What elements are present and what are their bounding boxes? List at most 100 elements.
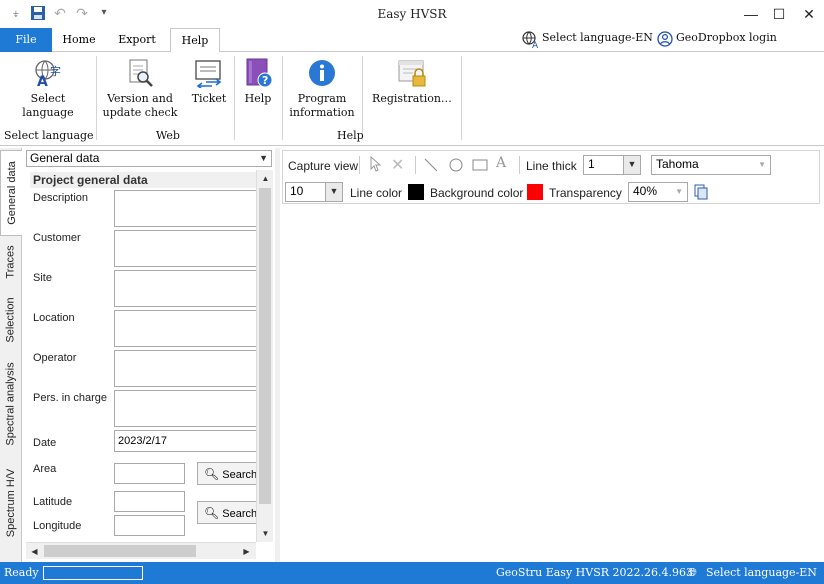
longitude-field[interactable] (114, 515, 185, 536)
vertical-tabs: General data Traces Selection Spectral a… (0, 148, 22, 562)
info-icon (307, 58, 337, 88)
latitude-field[interactable] (114, 491, 185, 512)
line-color-swatch[interactable] (408, 184, 424, 200)
vtab-label: Selection (5, 297, 18, 343)
delete-icon[interactable]: ✕ (391, 155, 404, 175)
close-button[interactable]: ✕ (786, 0, 824, 28)
rectangle-icon[interactable] (472, 157, 488, 176)
area-label: Area (33, 463, 57, 475)
user-icon[interactable] (657, 31, 673, 47)
background-color-label: Background color (430, 186, 524, 200)
vtab-label: Spectral analysis (5, 362, 17, 446)
scroll-left-icon[interactable]: ◀ (26, 543, 43, 560)
pointer-icon[interactable] (369, 155, 383, 175)
search-icon: 🔍︎ (204, 506, 220, 520)
search-icon: 🔍︎ (204, 467, 220, 481)
vtab-label: Traces (5, 245, 17, 279)
location-label: Location (33, 312, 75, 324)
vtab-general-data[interactable]: General data (0, 150, 22, 236)
svg-text:?: ? (262, 74, 268, 87)
scroll-right-icon[interactable]: ▶ (238, 543, 255, 560)
program-info-label-1: Program (297, 92, 347, 105)
select-language-button[interactable]: A字 Select language (14, 58, 82, 120)
area-field[interactable] (114, 463, 185, 484)
tab-help[interactable]: Help (170, 28, 220, 53)
status-language[interactable]: Select language-EN (706, 566, 817, 579)
help-button[interactable]: ? Help (240, 58, 276, 106)
vtab-spectrum-hv[interactable]: Spectrum H/V (0, 460, 22, 546)
area-search-button[interactable]: 🔍︎ Search (197, 462, 256, 485)
chevron-down-icon: ▼ (259, 153, 268, 163)
chevron-down-icon: ▼ (675, 187, 683, 196)
group-label-web: Web (156, 129, 180, 142)
tab-file[interactable]: File (0, 28, 52, 52)
transparency-select[interactable]: 40% ▼ (628, 182, 688, 202)
select-language-label-1: Select (30, 92, 66, 105)
window-title: Easy HVSR (377, 7, 447, 21)
coordinates-search-button[interactable]: 🔍︎ Search (197, 501, 256, 524)
tab-home[interactable]: Home (56, 28, 102, 52)
status-bar: Ready GeoStru Easy HVSR 2022.26.4.963 🌐︎… (0, 562, 824, 584)
help-book-icon: ? (243, 58, 273, 88)
geodropbox-login-link[interactable]: GeoDropbox login (676, 31, 777, 44)
select-language-link[interactable]: Select language-EN (542, 31, 653, 44)
line-icon[interactable] (423, 157, 439, 176)
background-color-swatch[interactable] (527, 184, 543, 200)
capture-view-area: Capture view ✕ A Line thick 1 ▼ Tahoma ▼… (280, 148, 824, 562)
select-language-label-2: language (22, 106, 74, 119)
date-field[interactable]: 2023/2/17 (114, 430, 256, 452)
scroll-thumb[interactable] (44, 545, 196, 557)
version-check-label-2: update check (102, 106, 178, 119)
search-label: Search (222, 508, 256, 520)
ribbon-separator (362, 56, 363, 140)
registration-button[interactable]: Registration… (366, 58, 458, 106)
copy-icon[interactable] (693, 184, 709, 203)
ellipse-icon[interactable] (448, 157, 464, 176)
vtab-spectral-analysis[interactable]: Spectral analysis (0, 352, 22, 456)
tab-export[interactable]: Export (108, 28, 166, 52)
customer-label: Customer (33, 232, 81, 244)
operator-field[interactable] (114, 350, 256, 387)
capture-view-button[interactable]: Capture view (288, 159, 358, 173)
document-search-icon (125, 58, 155, 88)
ticket-button[interactable]: Ticket (186, 58, 232, 106)
font-size-value: 10 (290, 184, 304, 198)
chevron-down-icon: ▼ (758, 160, 766, 169)
program-information-button[interactable]: Program information (286, 58, 358, 120)
search-label: Search (222, 469, 256, 481)
toolbar-separator (415, 156, 416, 174)
version-check-label-1: Version and (107, 92, 173, 105)
vertical-scrollbar[interactable]: ▲ ▼ (256, 170, 273, 542)
progress-bar (43, 566, 143, 580)
scroll-down-icon[interactable]: ▼ (257, 525, 274, 542)
language-icon[interactable]: A (522, 31, 540, 51)
ribbon-tabs: File Home Export Help A Select language-… (0, 28, 824, 53)
panel-selector[interactable]: General data ▼ (26, 150, 272, 167)
group-label-help: Help (337, 129, 364, 142)
description-label: Description (33, 192, 89, 204)
line-thick-select[interactable]: 1 ▼ (583, 155, 641, 175)
horizontal-scrollbar[interactable]: ◀ ▶ (26, 542, 256, 559)
text-icon[interactable]: A (496, 155, 506, 171)
status-version: GeoStru Easy HVSR 2022.26.4.963 (496, 566, 693, 579)
scroll-up-icon[interactable]: ▲ (257, 170, 274, 187)
pers-in-charge-field[interactable] (114, 390, 256, 427)
scroll-thumb[interactable] (259, 188, 271, 504)
ribbon-separator (461, 56, 462, 140)
location-field[interactable] (114, 310, 256, 347)
vtab-traces[interactable]: Traces (0, 236, 22, 288)
font-select[interactable]: Tahoma ▼ (651, 155, 771, 175)
ribbon: A字 Select language Version and update ch… (0, 52, 824, 146)
description-field[interactable] (114, 190, 256, 227)
toolbar-separator (519, 156, 520, 174)
longitude-label: Longitude (33, 520, 82, 532)
drawing-toolbar: Capture view ✕ A Line thick 1 ▼ Tahoma ▼… (282, 150, 820, 204)
vtab-selection[interactable]: Selection (0, 288, 22, 352)
operator-label: Operator (33, 352, 77, 364)
panel-selector-value: General data (30, 151, 100, 165)
font-size-select[interactable]: 10 ▼ (285, 182, 343, 202)
version-update-check-button[interactable]: Version and update check (100, 58, 180, 120)
customer-field[interactable] (114, 230, 256, 267)
svg-text:字: 字 (50, 64, 61, 78)
site-field[interactable] (114, 270, 256, 307)
